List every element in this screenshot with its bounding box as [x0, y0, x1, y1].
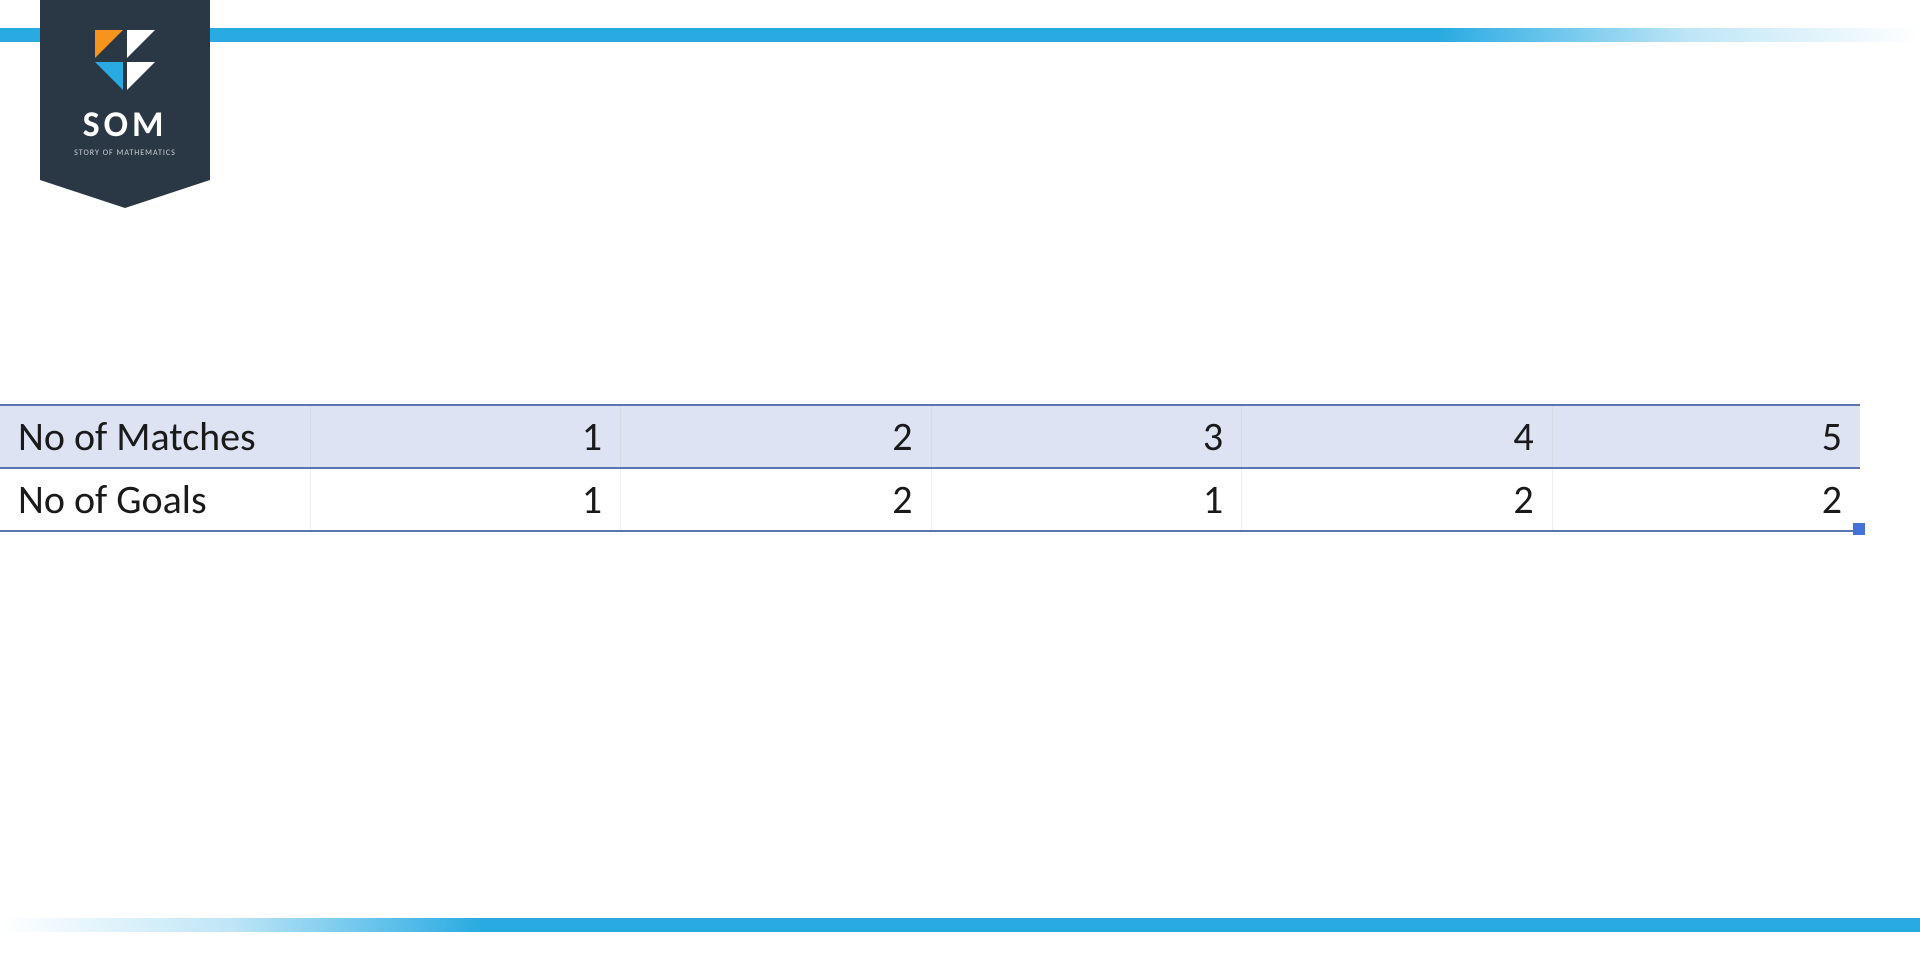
cell: 1: [310, 468, 621, 531]
cell: 1: [931, 468, 1242, 531]
cell: 2: [1242, 468, 1553, 531]
cell: 2: [1552, 468, 1860, 531]
selection-handle-icon[interactable]: [1853, 523, 1865, 535]
logo-badge: SOM STORY OF MATHEMATICS: [40, 0, 210, 180]
data-table: No of Matches 1 2 3 4 5 No of Goals 1 2 …: [0, 404, 1860, 532]
bottom-accent-bar: [0, 918, 1920, 932]
cell: 3: [931, 405, 1242, 468]
cell: 1: [310, 405, 621, 468]
logo-icon: [93, 28, 157, 92]
cell: 2: [621, 405, 932, 468]
logo-title: SOM: [40, 106, 210, 142]
top-accent-bar: [0, 28, 1920, 42]
row-label: No of Goals: [0, 468, 310, 531]
cell: 5: [1552, 405, 1860, 468]
cell: 2: [621, 468, 932, 531]
row-label: No of Matches: [0, 405, 310, 468]
table-row: No of Goals 1 2 1 2 2: [0, 468, 1860, 531]
cell-value: 2: [1822, 475, 1842, 524]
logo-subtitle: STORY OF MATHEMATICS: [40, 148, 210, 158]
table-row: No of Matches 1 2 3 4 5: [0, 405, 1860, 468]
cell: 4: [1242, 405, 1553, 468]
data-table-container: No of Matches 1 2 3 4 5 No of Goals 1 2 …: [0, 404, 1860, 532]
